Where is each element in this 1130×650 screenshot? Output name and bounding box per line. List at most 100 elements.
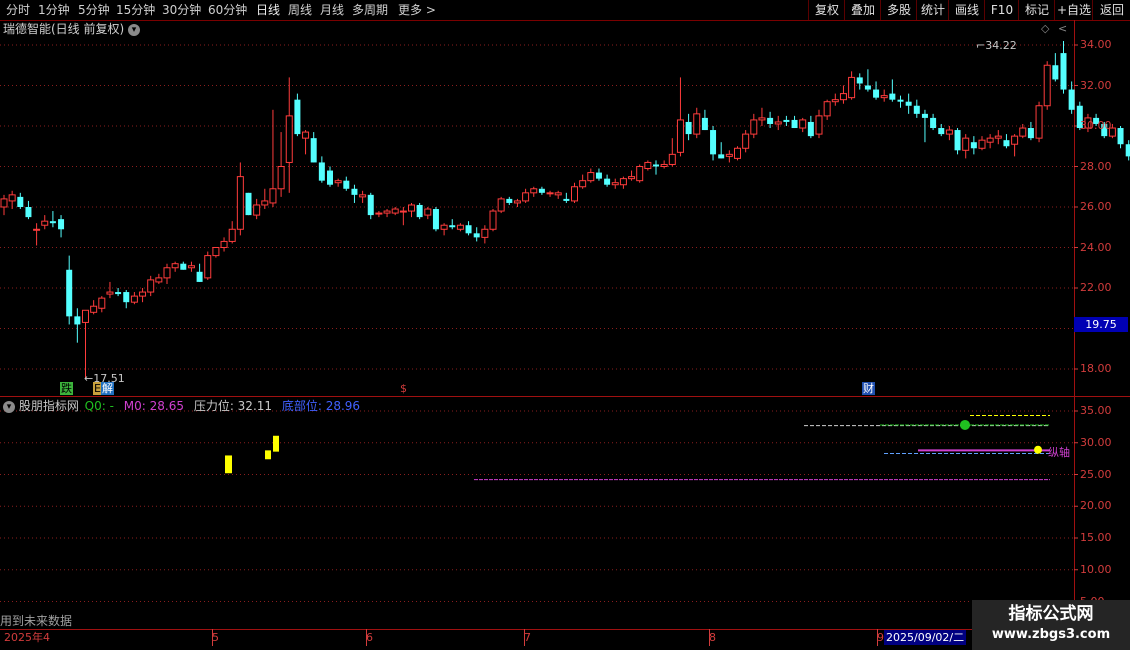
candle-body bbox=[978, 139, 986, 149]
candle-body bbox=[513, 200, 521, 204]
candle-body bbox=[49, 221, 56, 224]
candle-body bbox=[82, 309, 89, 323]
indicator-tick-label: 30.00 bbox=[1080, 435, 1112, 449]
candle-body bbox=[783, 119, 790, 122]
candle-body bbox=[799, 119, 807, 129]
candle-body bbox=[930, 117, 937, 129]
event-marker-unlock[interactable]: 解 bbox=[101, 382, 114, 395]
x-label-apr: 2025年4 bbox=[4, 631, 50, 644]
y-tick-label: 26.00 bbox=[1080, 200, 1112, 213]
candle-body bbox=[456, 224, 464, 230]
candle-body bbox=[327, 170, 333, 185]
candle-body bbox=[449, 225, 456, 228]
candle-body bbox=[391, 208, 399, 214]
indicator-name[interactable]: 股朋指标网 bbox=[19, 399, 79, 413]
candle-body bbox=[571, 186, 578, 202]
candle-body bbox=[619, 178, 627, 186]
signal-bar bbox=[225, 455, 232, 474]
candle-body bbox=[367, 194, 374, 216]
candle-body bbox=[180, 263, 187, 270]
candle-body bbox=[424, 208, 432, 216]
candle-body bbox=[245, 192, 252, 216]
indicator-tick-label: 35.00 bbox=[1080, 404, 1112, 417]
x-label-sep: 9 bbox=[877, 631, 884, 644]
indicator-pressure: 压力位: 32.11 bbox=[193, 399, 273, 413]
candle-body bbox=[465, 225, 472, 234]
candle-body bbox=[636, 166, 644, 182]
candle-body bbox=[261, 200, 269, 206]
candle-body bbox=[106, 291, 114, 295]
candle-body bbox=[171, 263, 179, 269]
watermark-url: www.zbgs3.com bbox=[991, 627, 1111, 642]
candle-body bbox=[25, 207, 32, 218]
candle-body bbox=[563, 198, 570, 201]
x-label-jun: 6 bbox=[366, 631, 373, 644]
candle-body bbox=[123, 292, 130, 303]
candle-body bbox=[839, 93, 847, 101]
y-tick-label: 34.00 bbox=[1080, 38, 1112, 51]
candle-body bbox=[945, 129, 953, 135]
candle-body bbox=[554, 192, 562, 196]
event-marker-fall[interactable]: 跌 bbox=[60, 382, 73, 395]
event-marker-dividend[interactable]: $ bbox=[399, 382, 408, 395]
event-marker-finance[interactable]: 财 bbox=[862, 382, 875, 395]
candle-body bbox=[506, 198, 513, 203]
candle-body bbox=[310, 138, 317, 163]
candle-body bbox=[880, 95, 888, 99]
candle-body bbox=[334, 180, 342, 184]
candle-body bbox=[587, 172, 595, 182]
candle-body bbox=[236, 176, 244, 230]
candle-body bbox=[228, 228, 236, 242]
candle-body bbox=[710, 130, 717, 155]
candle-body bbox=[351, 188, 358, 195]
y-tick-label: 28.00 bbox=[1080, 159, 1112, 173]
candle-body bbox=[1019, 127, 1027, 137]
high-price-value: 34.22 bbox=[985, 39, 1017, 52]
m0-dot bbox=[1034, 445, 1042, 454]
candle-body bbox=[277, 166, 285, 190]
candle-body bbox=[1011, 135, 1019, 145]
candle-body bbox=[546, 192, 554, 195]
candle-body bbox=[139, 291, 147, 297]
indicator-tick-label: 10.00 bbox=[1080, 562, 1112, 576]
candle-body bbox=[897, 99, 904, 102]
candle-body bbox=[718, 154, 725, 159]
y-tick-label: 22.00 bbox=[1080, 281, 1112, 294]
candle-body bbox=[653, 164, 659, 167]
candle-body bbox=[734, 147, 741, 159]
future-data-note: 用到未来数据 bbox=[0, 614, 73, 628]
indicator-tick-label: 20.00 bbox=[1080, 499, 1112, 513]
candle-body bbox=[1117, 128, 1124, 145]
candle-body bbox=[1027, 128, 1034, 139]
candle-body bbox=[848, 76, 856, 99]
candle-body bbox=[611, 182, 619, 186]
candle-body bbox=[285, 115, 293, 163]
y-tick-label: 18.00 bbox=[1080, 362, 1112, 375]
candle-body bbox=[538, 188, 545, 193]
candle-body bbox=[954, 130, 961, 151]
candle-body bbox=[408, 204, 415, 212]
chevron-down-icon[interactable]: ▾ bbox=[3, 400, 15, 413]
candle-body bbox=[815, 115, 823, 135]
candle-body bbox=[343, 180, 350, 189]
candle-body bbox=[1125, 144, 1130, 157]
x-label-aug: 8 bbox=[709, 631, 716, 644]
last-price-tag: 19.75 bbox=[1074, 317, 1128, 332]
x-label-may: 5 bbox=[212, 631, 219, 644]
candle-body bbox=[938, 128, 945, 135]
candle-body bbox=[889, 93, 896, 100]
candle-body bbox=[1035, 105, 1043, 139]
candle-body bbox=[1060, 53, 1067, 90]
candle-body bbox=[522, 192, 530, 202]
candle-body bbox=[66, 269, 73, 317]
candle-body bbox=[1052, 65, 1059, 80]
kline-chart[interactable] bbox=[0, 0, 1130, 650]
candle-body bbox=[212, 247, 220, 257]
indicator-m0: M0: 28.65 bbox=[123, 399, 184, 413]
candle-body bbox=[774, 121, 782, 125]
signal-bar bbox=[273, 435, 279, 452]
indicator-q0: Q0: - bbox=[84, 399, 114, 413]
candle-body bbox=[693, 113, 701, 135]
candle-body bbox=[375, 212, 383, 215]
candle-body bbox=[302, 131, 310, 139]
